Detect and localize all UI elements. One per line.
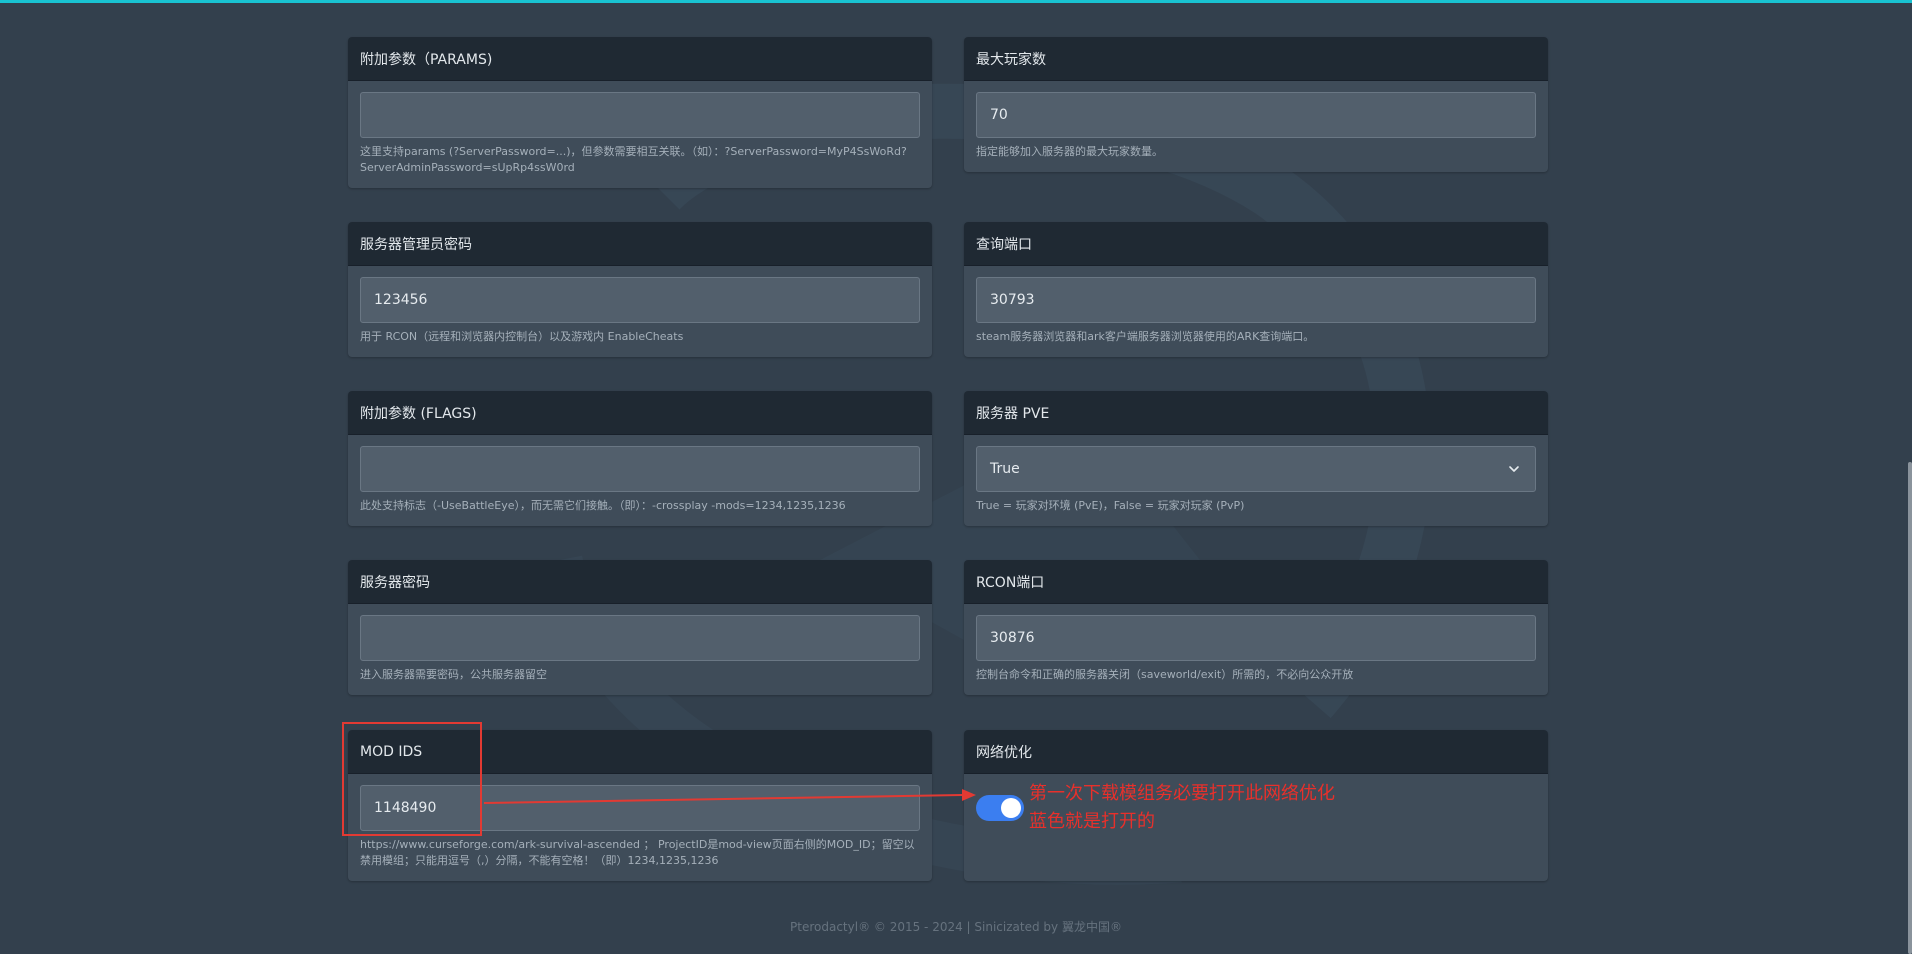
params-input[interactable] (360, 92, 920, 138)
query-port-input[interactable]: 30793 (976, 277, 1536, 323)
card-title: RCON端口 (964, 560, 1548, 604)
card-title: 最大玩家数 (964, 37, 1548, 81)
footer-copyright: Pterodactyl® © 2015 - 2024 | Sinicizated… (790, 920, 1122, 934)
annotation-arrow (483, 789, 976, 804)
card-title: 网络优化 (964, 730, 1548, 774)
chevron-down-icon (1509, 466, 1519, 472)
card-query-port: 查询端口 30793 steam服务器浏览器和ark客户端服务器浏览器使用的AR… (964, 222, 1548, 357)
card-rcon-port: RCON端口 30876 控制台命令和正确的服务器关闭（saveworld/ex… (964, 560, 1548, 695)
card-server-password: 服务器密码 进入服务器需要密码，公共服务器留空 (348, 560, 932, 695)
admin-password-input[interactable]: 123456 (360, 277, 920, 323)
network-optimization-toggle[interactable] (976, 795, 1024, 821)
card-mod-ids: MOD IDS 1148490 https://www.curseforge.c… (348, 730, 932, 881)
params-help: 这里支持params (?ServerPassword=...)，但参数需要相互… (360, 145, 907, 174)
card-title: 附加参数 (FLAGS) (348, 391, 932, 435)
mod-ids-input[interactable]: 1148490 (360, 785, 920, 831)
top-accent-bar (0, 0, 1912, 3)
admin-password-help: 用于 RCON（远程和浏览器内控制台）以及游戏内 EnableCheats (360, 330, 684, 343)
card-title: 服务器 PVE (964, 391, 1548, 435)
card-title: 查询端口 (964, 222, 1548, 266)
rcon-port-input[interactable]: 30876 (976, 615, 1536, 661)
max-players-input[interactable]: 70 (976, 92, 1536, 138)
card-network-optimization: 网络优化 (964, 730, 1548, 881)
card-title: 服务器密码 (348, 560, 932, 604)
server-password-help: 进入服务器需要密码，公共服务器留空 (360, 668, 547, 681)
card-admin-password: 服务器管理员密码 123456 用于 RCON（远程和浏览器内控制台）以及游戏内… (348, 222, 932, 357)
server-password-input[interactable] (360, 615, 920, 661)
card-max-players: 最大玩家数 70 指定能够加入服务器的最大玩家数量。 (964, 37, 1548, 172)
pve-help: True = 玩家对环境 (PvE)，False = 玩家对玩家 (PvP) (976, 499, 1245, 512)
background-logo-watermark (537, 83, 1432, 885)
card-title: 附加参数（PARAMS) (348, 37, 932, 81)
page-scrollbar[interactable] (1908, 462, 1912, 954)
card-params: 附加参数（PARAMS) 这里支持params (?ServerPassword… (348, 37, 932, 188)
rcon-port-help: 控制台命令和正确的服务器关闭（saveworld/exit）所需的，不必向公众开… (976, 668, 1354, 681)
flags-input[interactable] (360, 446, 920, 492)
card-flags: 附加参数 (FLAGS) 此处支持标志（-UseBattleEye），而无需它们… (348, 391, 932, 526)
pve-select-value: True (990, 461, 1020, 477)
mod-ids-help: https://www.curseforge.com/ark-survival-… (360, 838, 915, 867)
flags-help: 此处支持标志（-UseBattleEye），而无需它们接触。（即）：-cross… (360, 499, 846, 512)
pve-select[interactable]: True (976, 446, 1536, 492)
query-port-help: steam服务器浏览器和ark客户端服务器浏览器使用的ARK查询端口。 (976, 330, 1315, 343)
max-players-help: 指定能够加入服务器的最大玩家数量。 (976, 145, 1163, 158)
card-title: MOD IDS (348, 730, 932, 774)
card-title: 服务器管理员密码 (348, 222, 932, 266)
toggle-knob (1001, 798, 1021, 818)
card-pve: 服务器 PVE True True = 玩家对环境 (PvE)，False = … (964, 391, 1548, 526)
